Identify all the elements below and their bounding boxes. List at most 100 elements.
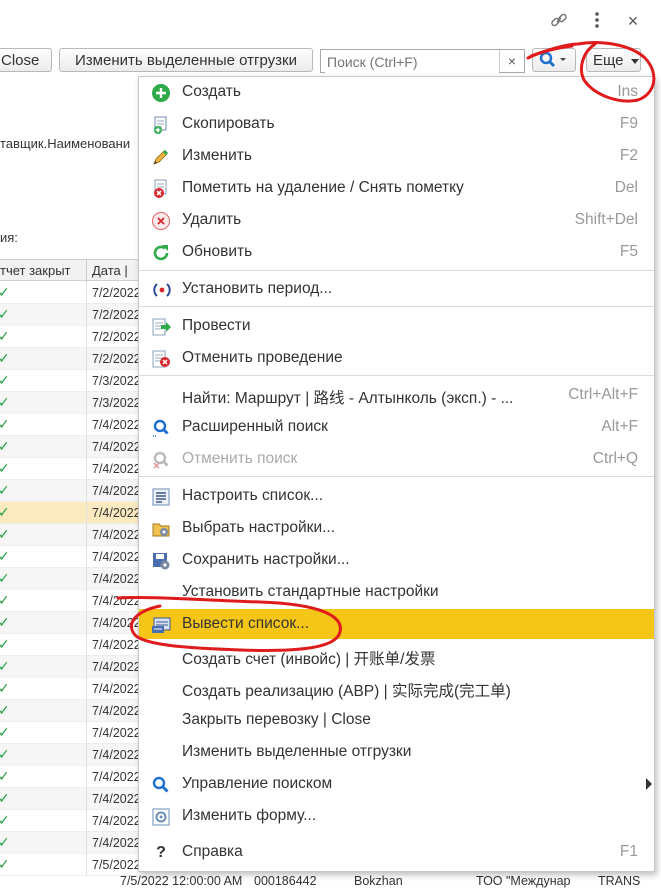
edit-selected-shipments-button[interactable]: Изменить выделенные отгрузки [59,48,313,72]
row-trans: TRANS [598,874,641,888]
menu-item-8[interactable]: Провести [139,311,654,341]
menu-item-label: Создать реализацию (АВР) | 实际完成(完工单) [182,683,511,700]
table-row[interactable]: ✓ 7/4/2022 [0,480,141,502]
table-row[interactable]: ✓ 7/3/2022 [0,392,141,414]
table-row[interactable]: ✓ 7/4/2022 [0,502,141,524]
column-divider [86,590,87,612]
table-row[interactable]: ✓ 7/4/2022 [0,766,141,788]
column-date[interactable]: Дата | [92,263,128,278]
menu-item-shortcut: Ctrl+Q [592,450,638,467]
check-icon: ✓ [0,548,10,564]
mark-delete-icon [151,179,171,199]
table-row[interactable]: ✓ 7/5/2022 [0,854,141,876]
check-icon: ✓ [0,768,10,784]
table-row[interactable]: ✓ 7/4/2022 [0,722,141,744]
menu-item-11[interactable]: Расширенный поиск Alt+F [139,412,654,442]
menu-item-1[interactable]: Создать Ins [139,77,654,107]
column-report-closed[interactable]: тчет закрыт [0,263,71,278]
row-date: 7/2/2022 [92,308,141,322]
row-date: 7/4/2022 [92,506,141,520]
check-icon: ✓ [0,790,10,806]
close-icon[interactable]: × [622,10,644,32]
menu-item-19[interactable]: Создать реализацию (АВР) | 实际完成(完工单) [139,673,654,703]
more-vertical-icon[interactable] [586,10,608,32]
table-row[interactable]: ✓ 7/2/2022 [0,304,141,326]
column-divider [86,348,87,370]
column-divider [86,744,87,766]
table-row[interactable]: ✓ 7/4/2022 [0,546,141,568]
table-row[interactable]: ✓ 7/4/2022 [0,524,141,546]
row-date: 7/4/2022 [92,638,141,652]
row-date: 7/4/2022 [92,748,141,762]
cancel-search-icon [151,450,171,470]
menu-item-3[interactable]: Изменить F2 [139,141,654,171]
column-divider [86,370,87,392]
table-row[interactable]: ✓ 7/4/2022 [0,744,141,766]
menu-item-12[interactable]: Отменить поиск Ctrl+Q [139,444,654,474]
table-row[interactable]: ✓ 7/4/2022 [0,810,141,832]
menu-item-23[interactable]: Изменить форму... [139,801,654,831]
table-row[interactable]: ✓ 7/4/2022 [0,436,141,458]
menu-item-label: Создать счет (инвойс) | 开账单/发票 [182,651,436,668]
table-row[interactable]: ✓ 7/4/2022 [0,590,141,612]
close-button[interactable]: Close [0,48,52,72]
table-row[interactable]: ✓ 7/3/2022 [0,370,141,392]
table-row[interactable]: ✓ 7/4/2022 [0,656,141,678]
chevron-down-icon [630,58,639,64]
table-row[interactable]: ✓ 7/2/2022 [0,326,141,348]
menu-item-15[interactable]: Сохранить настройки... [139,545,654,575]
more-button[interactable]: Еще [586,48,641,72]
menu-item-2[interactable]: Скопировать F9 [139,109,654,139]
check-icon: ✓ [0,372,10,388]
column-divider [86,480,87,502]
column-divider [86,502,87,524]
search-field[interactable]: × [320,49,525,73]
copy-icon [151,115,171,135]
menu-item-22[interactable]: Управление поиском [139,769,654,799]
menu-item-4[interactable]: Пометить на удаление / Снять пометку Del [139,173,654,203]
table-row[interactable]: ✓ 7/4/2022 [0,612,141,634]
menu-item-label: Управление поиском [182,775,333,792]
table-row[interactable]: ✓ 7/4/2022 [0,700,141,722]
table-row[interactable]: ✓ 7/4/2022 [0,788,141,810]
menu-item-label: Найти: Маршрут | 路线 - Алтынколь (эксп.) … [182,390,514,407]
menu-item-label: Настроить список... [182,487,324,504]
search-clear-button[interactable]: × [499,50,524,72]
menu-item-14[interactable]: Выбрать настройки... [139,513,654,543]
link-icon[interactable] [548,10,570,32]
table-row[interactable]: ✓ 7/4/2022 [0,678,141,700]
refresh-icon [151,243,171,263]
table-row[interactable]: ✓ 7/4/2022 [0,414,141,436]
menu-separator [139,270,654,271]
menu-item-6[interactable]: Обновить F5 [139,237,654,267]
menu-item-13[interactable]: Настроить список... [139,481,654,511]
column-divider [86,678,87,700]
table-row[interactable]: ✓ 7/4/2022 [0,568,141,590]
menu-item-9[interactable]: Отменить проведение [139,343,654,373]
row-name: Bokzhan [354,874,403,888]
search-input[interactable] [325,51,499,73]
check-icon: ✓ [0,856,10,872]
menu-item-7[interactable]: Установить период... [139,274,654,304]
table-row[interactable]: ✓ 7/4/2022 [0,832,141,854]
table-row[interactable]: ✓ 7/2/2022 [0,348,141,370]
column-divider [86,568,87,590]
table-row[interactable]: ✓ 7/2/2022 [0,282,141,304]
table-row[interactable]: ✓ 7/4/2022 [0,634,141,656]
table-row[interactable]: ✓ 7/4/2022 [0,458,141,480]
row-date: 7/4/2022 [92,594,141,608]
check-icon: ✓ [0,460,10,476]
export-list-icon [151,615,171,635]
menu-item-16[interactable]: Установить стандартные настройки [139,577,654,607]
grid-header: тчет закрыт Дата | [0,259,138,282]
menu-item-5[interactable]: Удалить Shift+Del [139,205,654,235]
menu-item-17[interactable]: Вывести список... [139,609,654,639]
row-date: 7/5/2022 [92,858,141,872]
menu-item-21[interactable]: Изменить выделенные отгрузки [139,737,654,767]
menu-item-18[interactable]: Создать счет (инвойс) | 开账单/发票 [139,641,654,671]
menu-item-20[interactable]: Закрыть перевозку | Close [139,705,654,735]
search-button[interactable] [532,48,576,72]
menu-item-10[interactable]: Найти: Маршрут | 路线 - Алтынколь (эксп.) … [139,380,654,410]
menu-item-24[interactable]: ? Справка F1 [139,837,654,867]
check-icon: ✓ [0,482,10,498]
